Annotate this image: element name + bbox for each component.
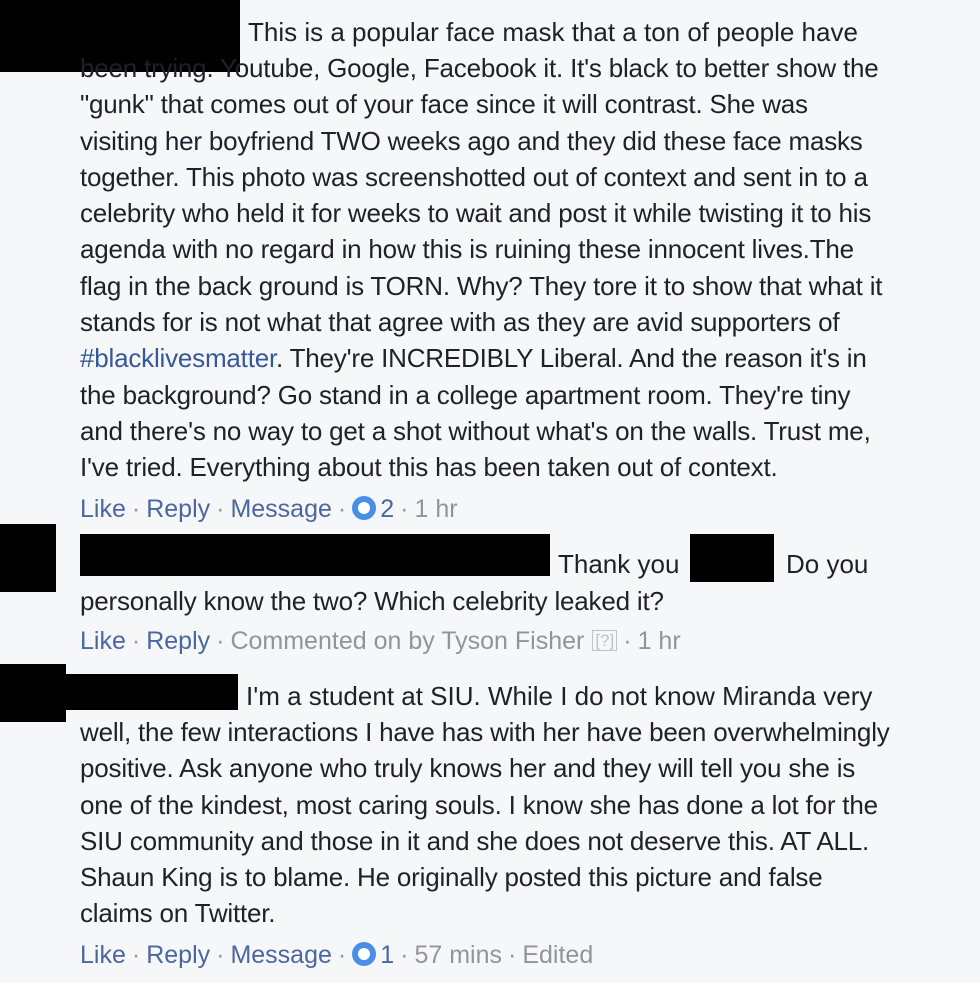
comment-3-body: well, the few interactions I have has wi… (80, 717, 890, 929)
redacted-mention (690, 534, 774, 582)
message-button[interactable]: Message (230, 941, 331, 969)
like-reaction-icon (352, 496, 377, 520)
comment-2-body: personally know the two? Which celebrity… (80, 586, 664, 616)
like-button[interactable]: Like (80, 941, 126, 969)
timestamp[interactable]: 1 hr (414, 495, 457, 523)
comment-3-lead: I'm a student at SIU. While I do not kno… (246, 681, 873, 711)
comment-1-lead: This is a popular face mask that a ton o… (248, 17, 858, 47)
comment-1-body-pre: been trying. Youtube, Google, Facebook i… (80, 53, 883, 338)
like-button[interactable]: Like (80, 495, 126, 523)
comment-2-lead-b: Do you (786, 549, 869, 579)
message-button[interactable]: Message (230, 495, 331, 523)
redacted-name-3 (66, 674, 238, 710)
like-reaction-icon (352, 942, 377, 966)
reaction-count[interactable]: 1 (380, 941, 394, 969)
redacted-avatar-3 (0, 664, 66, 722)
comment-1-actions: Like · Reply · Message · 2 · 1 hr (80, 495, 458, 523)
help-icon[interactable]: [?] (592, 630, 618, 651)
like-button[interactable]: Like (80, 627, 126, 655)
comment-3-actions: Like · Reply · Message · 1 · 57 mins · Edited (80, 941, 594, 969)
comment-1-body: been trying. Youtube, Google, Facebook i… (80, 50, 966, 486)
reply-button[interactable]: Reply (146, 627, 210, 655)
edited-label[interactable]: Edited (522, 941, 593, 969)
reaction-count[interactable]: 2 (380, 495, 394, 523)
comment-2-lead-a: Thank you (558, 549, 680, 579)
hashtag-link[interactable]: #blacklivesmatter (80, 343, 276, 373)
reply-button[interactable]: Reply (146, 495, 210, 523)
reply-button[interactable]: Reply (146, 941, 210, 969)
comment-2-actions: Like · Reply · Commented on by Tyson Fisher[… (80, 627, 681, 655)
redacted-avatar-2 (0, 524, 56, 592)
commented-by: Commented on by Tyson Fisher (230, 627, 585, 655)
timestamp[interactable]: 1 hr (638, 627, 681, 655)
redacted-name-2 (80, 534, 550, 576)
timestamp[interactable]: 57 mins (414, 941, 502, 969)
